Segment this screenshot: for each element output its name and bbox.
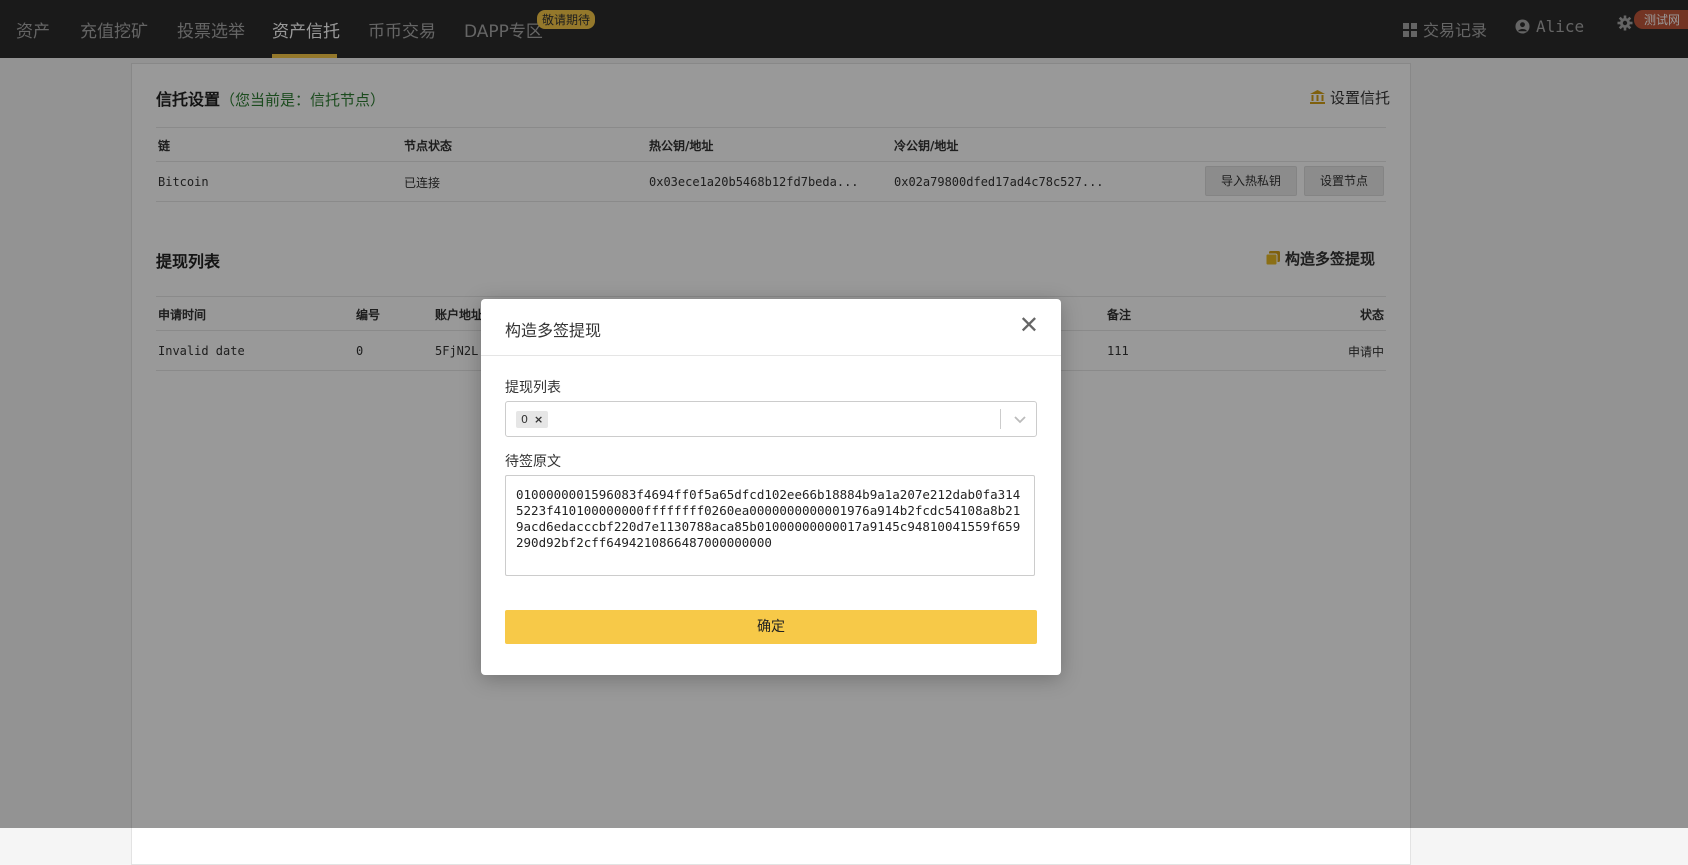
selected-chip: 0 × [516,411,549,428]
build-multisig-modal: 构造多签提现 ✕ 提现列表 0 × 待签原文 0100000001596083f4… [481,299,1061,675]
withdraw-list-label: 提现列表 [505,380,561,396]
close-icon[interactable]: ✕ [1019,311,1039,339]
modal-title: 构造多签提现 [505,321,602,340]
selected-chip-label: 0 [521,413,528,426]
modal-header: 构造多签提现 ✕ [481,299,1061,356]
confirm-button[interactable]: 确定 [505,610,1037,644]
chevron-down-icon[interactable] [1011,410,1029,428]
select-separator [1000,409,1001,429]
raw-tx-textarea[interactable]: 0100000001596083f4694ff0f5a65dfcd102ee66… [505,475,1035,576]
chip-remove-icon[interactable]: × [534,413,543,426]
withdraw-list-select[interactable]: 0 × [505,401,1037,437]
raw-tx-label: 待签原文 [505,454,561,470]
